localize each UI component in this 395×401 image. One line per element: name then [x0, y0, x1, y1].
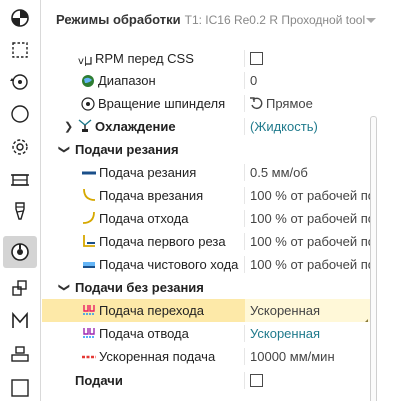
pie-chart-icon[interactable] [3, 2, 37, 34]
row-cutting-feed[interactable]: Подача резания 0.5 мм/об [42, 161, 375, 184]
row-value[interactable]: 100 % от рабочей подачи [250, 234, 375, 249]
row-value[interactable]: 0 [250, 73, 257, 88]
stack-icon[interactable] [3, 338, 37, 370]
dropdown-caret-icon[interactable] [366, 18, 376, 23]
row-finish-pass-feed[interactable]: Подача чистового хода 100 % от рабочей п… [42, 253, 375, 276]
gear-icon[interactable] [3, 131, 37, 163]
rpm-checkbox[interactable] [250, 52, 263, 65]
row-value[interactable]: (Жидкость) [250, 119, 318, 134]
spindle-icon [81, 97, 95, 111]
resize-corner-icon [362, 313, 368, 322]
row-value[interactable]: Ускоренная [250, 326, 320, 341]
section-cutting-feeds[interactable]: ❯ Подачи резания [42, 138, 375, 161]
row-plunge-feed[interactable]: Подача врезания 100 % от рабочей подачи [42, 184, 375, 207]
row-label: Подача врезания [99, 188, 204, 203]
row-value[interactable]: 100 % от рабочей подачи [250, 257, 375, 272]
section-label: Подачи без резания [75, 280, 204, 295]
row-label: Подача резания [99, 165, 197, 180]
row-label: Подача перехода [99, 303, 204, 318]
row-value[interactable]: 100 % от рабочей подачи [250, 188, 375, 203]
rotate-ccw-icon [249, 96, 263, 110]
rotate-icon[interactable] [3, 66, 37, 98]
row-label: Ускоренная подача [99, 349, 216, 364]
row-rapid-feed[interactable]: Ускоренная подача 10000 мм/мин [42, 345, 375, 368]
clamp-icon[interactable] [3, 164, 37, 196]
row-label: Вращение шпинделя [98, 96, 226, 111]
dashed-square-icon[interactable] [3, 34, 37, 66]
retract-icon [82, 211, 96, 225]
row-value[interactable]: 100 % от рабочей подачи [250, 211, 375, 226]
left-toolbar [0, 0, 41, 401]
plunge-icon [82, 188, 96, 202]
chevron-right-icon[interactable]: ❯ [64, 120, 73, 133]
row-rpm-before-css[interactable]: v| RPM перед CSS [42, 47, 375, 70]
row-range[interactable]: Диапазон 0 [42, 69, 375, 92]
blocks-icon[interactable] [3, 272, 37, 304]
tool-icon[interactable] [3, 196, 37, 228]
row-feeds[interactable]: Подачи [42, 369, 375, 392]
tool-name: T1: IC16 Re0.2 R Проходной tool [184, 13, 366, 27]
finish-pass-icon [82, 257, 96, 271]
section-label: Подачи резания [75, 142, 179, 157]
feeds-checkbox[interactable] [250, 374, 263, 387]
vertical-scrollbar[interactable] [370, 116, 377, 401]
row-spindle-rotation[interactable]: Вращение шпинделя Прямое [42, 92, 375, 115]
coolant-icon [77, 119, 92, 133]
rapid-feed-icon [82, 350, 96, 364]
chevron-down-icon[interactable]: ❯ [58, 283, 71, 292]
panel-title: Режимы обработки [56, 12, 181, 27]
row-value[interactable]: Ускоренная [250, 303, 320, 318]
row-retract-move-feed[interactable]: Подача отвода Ускоренная [42, 322, 375, 345]
feed-settings-icon[interactable] [3, 236, 37, 268]
compass-icon[interactable] [3, 98, 37, 130]
properties-panel: Режимы обработки T1: IC16 Re0.2 R Проход… [42, 0, 395, 401]
section-non-cutting-feeds[interactable]: ❯ Подачи без резания [42, 276, 375, 299]
transition-icon [82, 303, 96, 317]
row-value[interactable]: 0.5 мм/об [250, 165, 308, 180]
row-label: Подачи [75, 373, 123, 388]
square-icon[interactable] [3, 372, 37, 401]
row-first-cut-feed[interactable]: Подача первого реза 100 % от рабочей под… [42, 230, 375, 253]
row-label: Охлаждение [95, 119, 176, 134]
cutting-feed-icon [82, 166, 96, 180]
row-value[interactable]: Прямое [266, 96, 313, 111]
row-label: Подача первого реза [99, 234, 226, 249]
letter-m-icon[interactable] [3, 305, 37, 337]
row-value[interactable]: 10000 мм/мин [250, 349, 335, 364]
chevron-down-icon[interactable]: ❯ [58, 145, 71, 154]
rpm-icon: v| [78, 52, 92, 67]
retract-move-icon [82, 326, 96, 340]
first-cut-icon [82, 234, 96, 248]
row-transition-feed[interactable]: Подача перехода Ускоренная [42, 299, 375, 322]
row-coolant[interactable]: ❯ Охлаждение (Жидкость) [42, 115, 375, 138]
row-label: RPM перед CSS [95, 51, 194, 66]
row-label: Подача отхода [99, 211, 189, 226]
row-retract-feed[interactable]: Подача отхода 100 % от рабочей подачи [42, 207, 375, 230]
row-label: Подача чистового хода [99, 257, 239, 272]
row-label: Диапазон [98, 73, 156, 88]
row-label: Подача отвода [99, 326, 189, 341]
globe-icon [81, 74, 95, 88]
panel-header: Режимы обработки T1: IC16 Re0.2 R Проход… [56, 12, 376, 30]
